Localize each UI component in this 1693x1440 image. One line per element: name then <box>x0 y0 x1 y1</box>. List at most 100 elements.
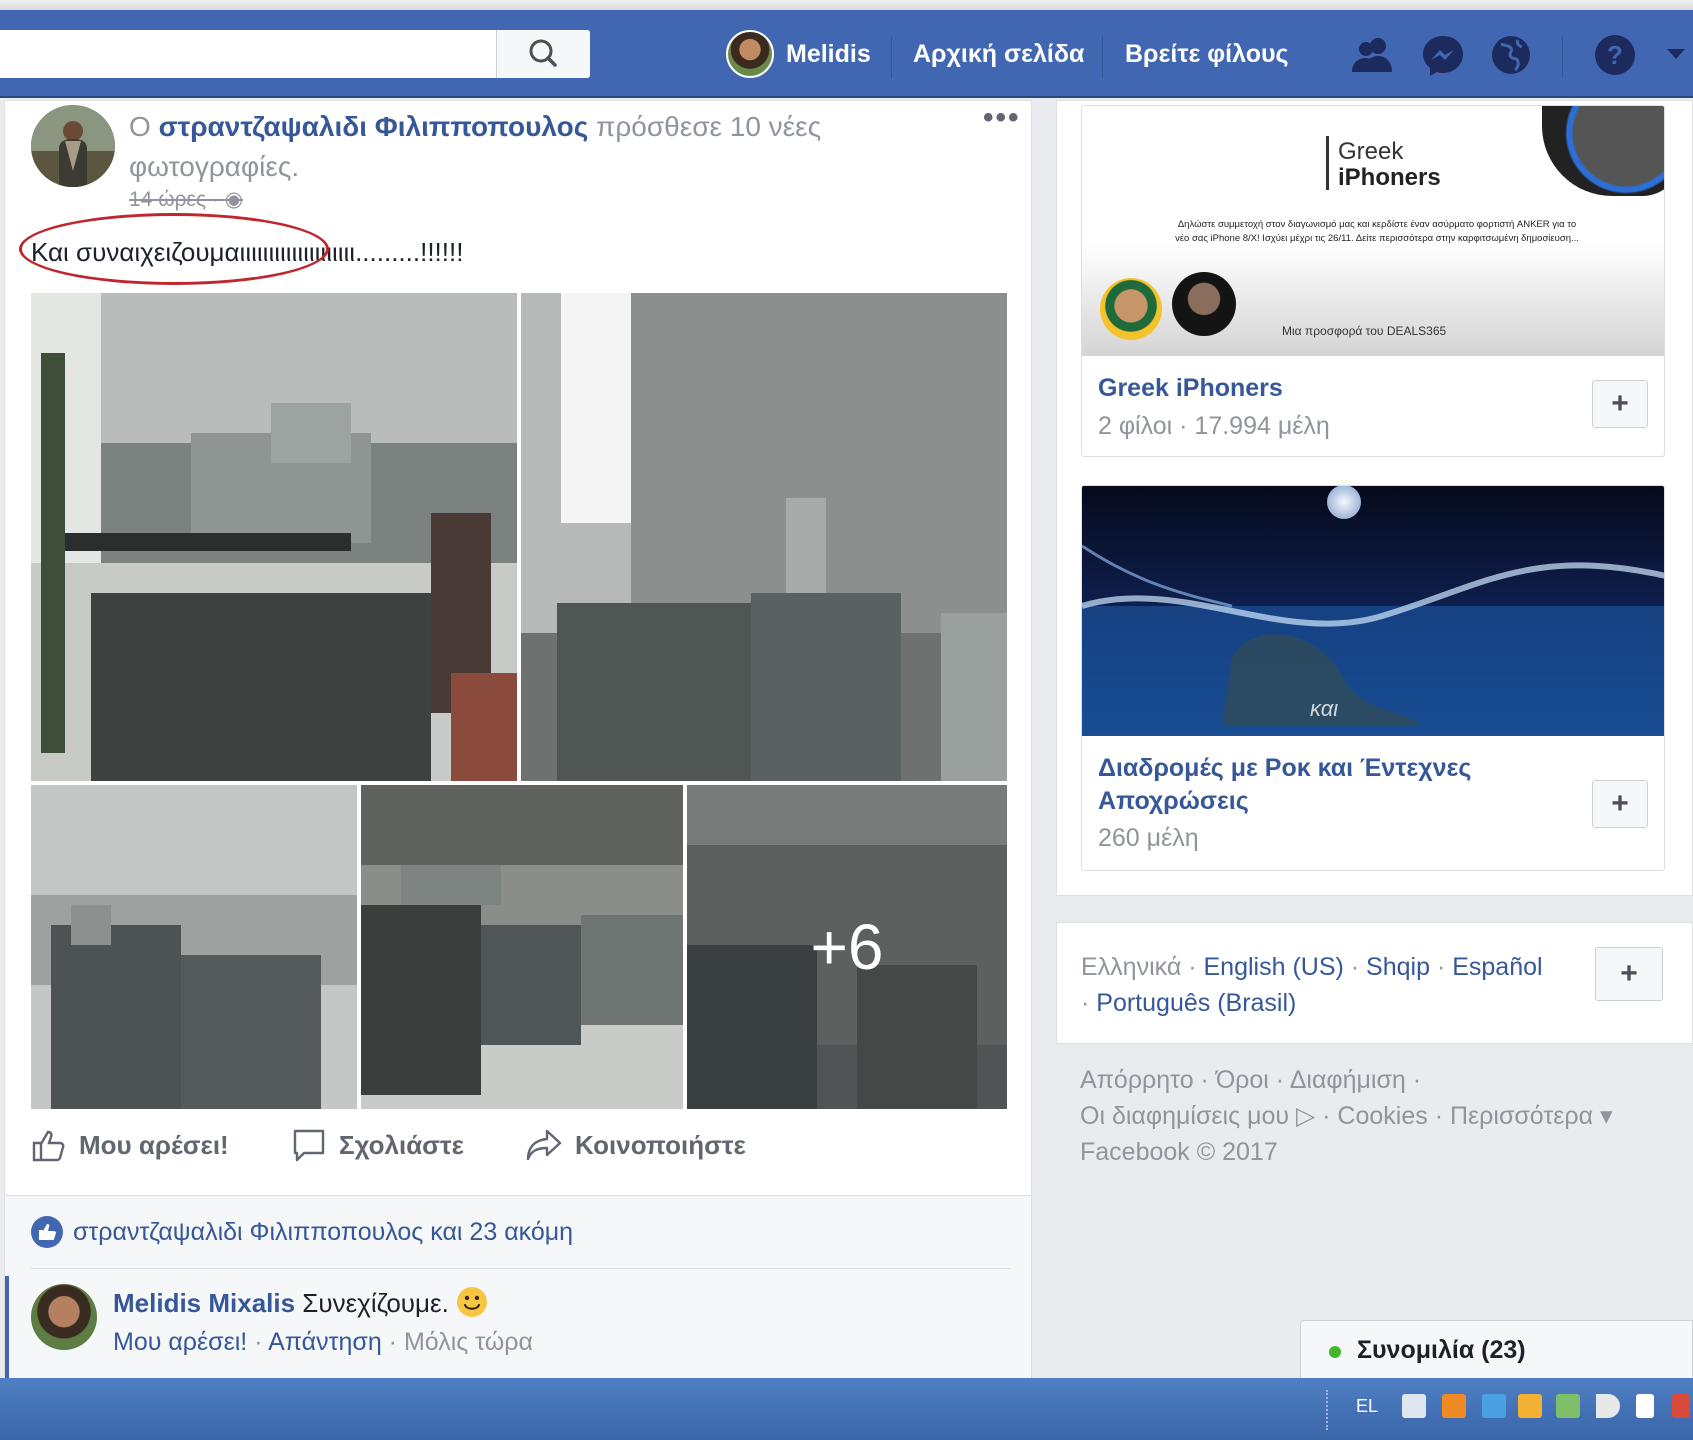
user-avatar[interactable] <box>726 30 774 78</box>
search-button[interactable] <box>496 30 590 78</box>
language-link-portuguese[interactable]: Português (Brasil) <box>1096 989 1296 1017</box>
comment-bubble-icon <box>293 1129 325 1162</box>
footer-links-row-1[interactable]: Απόρρητο · Όροι · Διαφήμιση · <box>1080 1062 1680 1098</box>
app-tray-icon[interactable] <box>1556 1394 1580 1418</box>
banner-footer-text: Μια προσφορά του DEALS365 <box>1282 324 1447 338</box>
post-photo-1[interactable] <box>31 293 517 781</box>
separator-dot: · <box>247 1328 269 1356</box>
group-name-link[interactable]: Διαδρομές με Ροκ και Έντεχνες Αποχρώσεις <box>1098 752 1568 818</box>
post-photo-4[interactable] <box>361 785 683 1109</box>
nav-divider <box>1562 36 1563 78</box>
likes-summary[interactable]: στραντζαψαλιδι Φιλιπποπουλος και 23 ακόμ… <box>31 1216 573 1248</box>
smiley-emoji-icon <box>457 1287 488 1317</box>
group-members: 2 φίλοι · 17.994 μέλη <box>1098 412 1330 440</box>
banner-rule <box>1326 136 1329 190</box>
share-arrow-icon <box>526 1129 562 1161</box>
language-selector: Ελληνικά · English (US) · Shqip · Españo… <box>1056 922 1693 1044</box>
banner-promo-text: Δηλώστε συμμετοχή στον διαγωνισμό μας κα… <box>1175 219 1579 244</box>
group-banner[interactable]: Greek iPhoners Δηλώστε συμμετοχή στον δι… <box>1082 106 1664 356</box>
author-prefix: Ο <box>129 111 159 142</box>
post-timestamp[interactable]: 14 ώρες · ◉ <box>129 187 243 212</box>
public-globe-icon: ◉ <box>224 188 244 211</box>
language-list: Ελληνικά · English (US) · Shqip · Españo… <box>1081 953 1543 1017</box>
chat-label: Συνομιλία (23) <box>1357 1336 1526 1364</box>
post-options-button[interactable]: ••• <box>983 101 1021 135</box>
language-link-english[interactable]: English (US) <box>1204 953 1344 981</box>
comment-body: Melidis Mixalis Συνεχίζουμε. <box>113 1286 488 1319</box>
language-link-albanian[interactable]: Shqip <box>1366 953 1430 981</box>
post-author-avatar[interactable] <box>31 105 115 187</box>
post-photo-2[interactable] <box>521 293 1007 781</box>
post-author-link[interactable]: στραντζαψαλιδι Φιλιπποπουλος <box>159 111 589 142</box>
current-language: Ελληνικά <box>1081 953 1182 981</box>
thumbs-up-icon <box>32 1130 65 1162</box>
comment-button[interactable]: Σχολιάστε <box>291 1127 464 1163</box>
app-tray-icon[interactable] <box>1672 1394 1690 1418</box>
search-box <box>0 30 590 78</box>
language-link-spanish[interactable]: Español <box>1452 953 1542 981</box>
app-tray-icon[interactable] <box>1482 1394 1506 1418</box>
friend-requests-icon[interactable] <box>1350 32 1396 78</box>
notifications-globe-icon[interactable] <box>1488 32 1534 78</box>
app-tray-icon[interactable] <box>1518 1394 1542 1418</box>
join-group-button[interactable]: + <box>1592 380 1648 428</box>
group-name-link[interactable]: Greek iPhoners <box>1098 372 1283 405</box>
commenter-avatar[interactable] <box>31 1284 97 1350</box>
post-photo-5-more[interactable]: +6 <box>687 785 1007 1109</box>
search-icon <box>529 39 557 67</box>
volume-tray-icon[interactable] <box>1596 1394 1620 1418</box>
commenter-name[interactable]: Melidis Mixalis <box>113 1288 295 1318</box>
comment-reply-link[interactable]: Απάντηση <box>268 1328 382 1356</box>
like-reaction-icon <box>31 1216 63 1248</box>
help-icon[interactable]: ? <box>1592 32 1638 78</box>
highlight-ellipse <box>19 213 329 285</box>
banner-title-1: Greek <box>1338 138 1404 165</box>
add-language-button[interactable]: + <box>1595 947 1663 1001</box>
member-avatar <box>1172 272 1236 336</box>
online-status-icon <box>1329 1346 1341 1358</box>
share-button[interactable]: Κοινοποιήστε <box>525 1127 746 1163</box>
nav-divider <box>891 36 892 78</box>
footer-links: Απόρρητο · Όροι · Διαφήμιση · Οι διαφημί… <box>1080 1062 1680 1170</box>
like-button[interactable]: Μου αρέσει! <box>31 1127 229 1163</box>
action-center-flag-icon[interactable] <box>1636 1394 1654 1418</box>
group-banner[interactable]: και <box>1082 486 1664 736</box>
suggested-groups-panel: Greek iPhoners Δηλώστε συμμετοχή στον δι… <box>1056 100 1693 896</box>
post-header: Ο στραντζαψαλιδι Φιλιπποπουλος πρόσθεσε … <box>129 107 909 187</box>
taskbar-grip <box>1326 1390 1332 1430</box>
chat-sidebar-toggle[interactable]: Συνομιλία (23) <box>1300 1320 1693 1380</box>
like-label: Μου αρέσει! <box>79 1129 229 1160</box>
find-friends-link[interactable]: Βρείτε φίλους <box>1125 40 1289 69</box>
member-avatar <box>1100 278 1162 340</box>
comment-label: Σχολιάστε <box>339 1129 464 1160</box>
comment-item: Melidis Mixalis Συνεχίζουμε. Μου αρέσει!… <box>5 1276 1031 1386</box>
share-label: Κοινοποιήστε <box>575 1129 746 1160</box>
home-link[interactable]: Αρχική σελίδα <box>913 40 1084 69</box>
join-group-button[interactable]: + <box>1592 780 1648 828</box>
profile-link[interactable]: Melidis <box>786 40 871 69</box>
messenger-icon[interactable] <box>1420 32 1466 78</box>
app-tray-icon[interactable] <box>1442 1394 1466 1418</box>
banner-word: και <box>1310 696 1339 721</box>
account-menu-chevron-icon[interactable] <box>1665 46 1687 62</box>
group-card-rock: και Διαδρομές με Ροκ και Έντεχνες Αποχρώ… <box>1081 485 1665 871</box>
more-photos-count: +6 <box>810 911 884 983</box>
comment-time: · Μόλις τώρα <box>381 1328 533 1356</box>
divider <box>31 1268 1011 1269</box>
post-photo-3[interactable] <box>31 785 357 1109</box>
footer-copyright: Facebook © 2017 <box>1080 1138 1278 1166</box>
nav-divider <box>1102 36 1103 78</box>
search-input[interactable] <box>0 30 490 78</box>
os-taskbar: EL <box>0 1378 1693 1440</box>
plus-icon: + <box>1620 957 1638 990</box>
footer-links-row-2[interactable]: Οι διαφημίσεις μου ▷ · Cookies · Περισσό… <box>1080 1098 1680 1134</box>
input-language-indicator[interactable]: EL <box>1356 1396 1378 1417</box>
post-time: 14 ώρες · <box>129 188 225 211</box>
comment-text: Συνεχίζουμε. <box>295 1288 457 1318</box>
comment-like-link[interactable]: Μου αρέσει! <box>113 1328 247 1356</box>
network-tray-icon[interactable] <box>1402 1394 1426 1418</box>
post-feedback-section: στραντζαψαλιδι Φιλιπποπουλος και 23 ακόμ… <box>5 1195 1031 1386</box>
likes-text: στραντζαψαλιδι Φιλιπποπουλος και 23 ακόμ… <box>73 1217 574 1246</box>
top-navigation-bar: Melidis Αρχική σελίδα Βρείτε φίλους ? <box>0 10 1693 98</box>
comment-actions: Μου αρέσει! · Απάντηση · Μόλις τώρα <box>113 1328 533 1357</box>
